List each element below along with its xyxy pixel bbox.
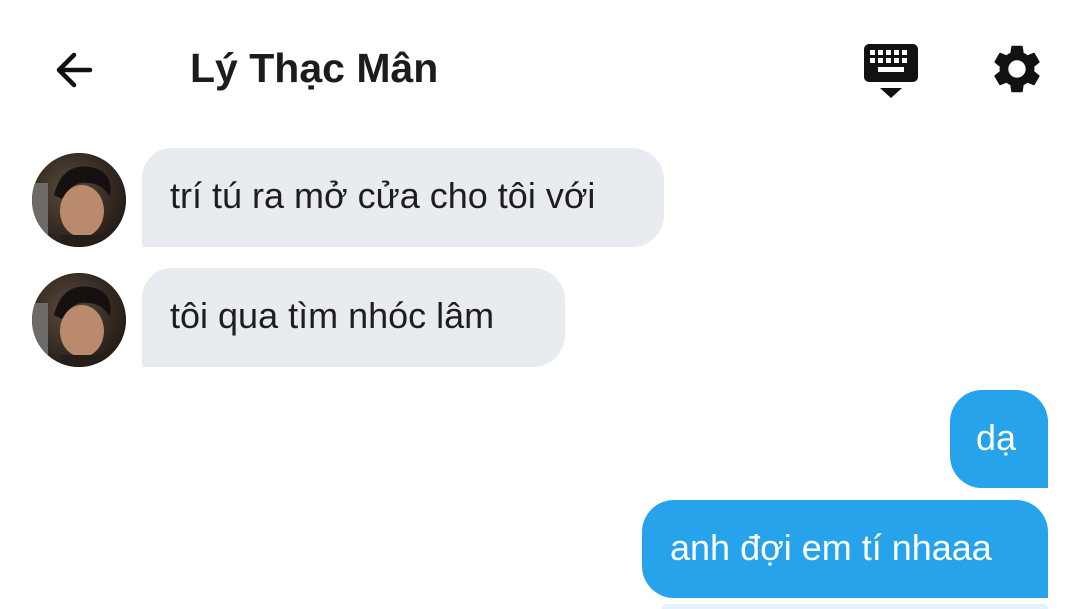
message-bubble-outgoing[interactable]: dạ xyxy=(950,390,1048,488)
keyboard-toggle-button[interactable] xyxy=(858,40,924,102)
settings-button[interactable] xyxy=(988,40,1046,98)
message-bubble-incoming[interactable]: trí tú ra mở cửa cho tôi với xyxy=(142,148,664,247)
chat-screen: Lý Thạc Mân trí tú ra mở cửa cho tôi với… xyxy=(0,0,1080,609)
avatar[interactable] xyxy=(32,153,126,247)
contact-name: Lý Thạc Mân xyxy=(190,45,439,91)
chat-header: Lý Thạc Mân xyxy=(0,0,1080,136)
keyboard-hide-icon xyxy=(864,44,918,98)
message-bubble-outgoing[interactable]: anh đợi em tí nhaaa xyxy=(642,500,1048,598)
gear-icon xyxy=(994,45,1040,93)
back-button[interactable] xyxy=(46,42,102,98)
avatar[interactable] xyxy=(32,273,126,367)
next-message-edge xyxy=(662,604,1048,609)
arrow-left-icon xyxy=(56,52,93,88)
message-bubble-incoming[interactable]: tôi qua tìm nhóc lâm xyxy=(142,268,565,367)
